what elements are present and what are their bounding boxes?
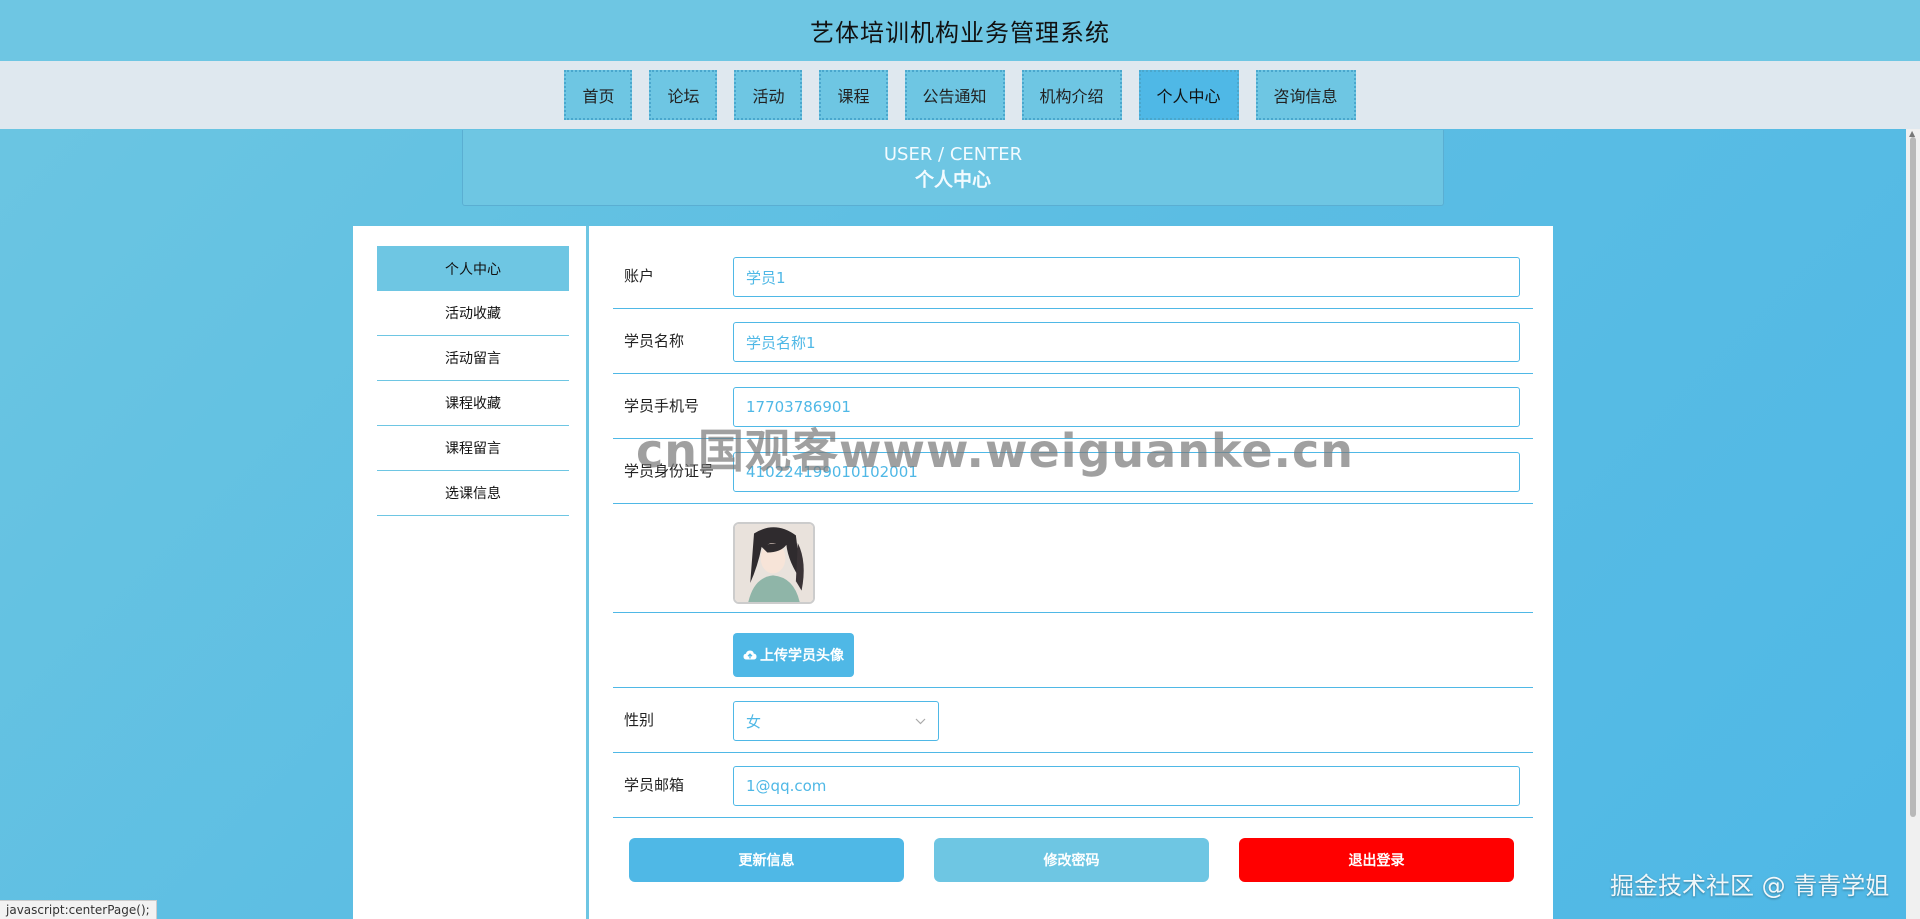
upload-avatar-label: 上传学员头像: [760, 648, 844, 664]
corner-watermark: 掘金技术社区 @ 青青学姐: [1610, 872, 1890, 900]
banner-subtitle: USER / CENTER: [883, 143, 1023, 165]
action-buttons: 更新信息 修改密码 退出登录: [613, 818, 1533, 882]
gender-label: 性别: [624, 711, 655, 729]
banner-title: 个人中心: [914, 168, 991, 191]
idcard-label: 学员身份证号: [624, 462, 715, 480]
app-title: 艺体培训机构业务管理系统: [810, 19, 1110, 47]
name-label: 学员名称: [624, 332, 685, 350]
account-label: 账户: [624, 267, 655, 285]
idcard-input[interactable]: [733, 452, 1520, 492]
email-label: 学员邮箱: [624, 776, 685, 794]
nav-item-home[interactable]: 首页: [564, 70, 633, 120]
form-row-idcard: 学员身份证号: [613, 439, 1533, 504]
gender-select[interactable]: 女: [733, 701, 939, 741]
email-input[interactable]: [733, 766, 1520, 806]
browser-status-bar: javascript:centerPage();: [0, 900, 157, 919]
sidebar-item-course-comments[interactable]: 课程留言: [377, 426, 569, 471]
nav-list: 首页 论坛 活动 课程 公告通知 机构介绍 个人中心 咨询信息: [564, 70, 1356, 120]
form-row-account: 账户: [613, 244, 1533, 309]
form-row-name: 学员名称: [613, 309, 1533, 374]
page-scrollbar[interactable]: ▲: [1906, 129, 1920, 919]
form-row-gender: 性别 女: [613, 688, 1533, 753]
form-row-email: 学员邮箱: [613, 753, 1533, 818]
app-header: 艺体培训机构业务管理系统: [0, 0, 1920, 61]
nav-item-user-center[interactable]: 个人中心: [1138, 70, 1239, 120]
gender-selected-value: 女: [746, 712, 762, 731]
main-nav: 首页 论坛 活动 课程 公告通知 机构介绍 个人中心 咨询信息: [0, 61, 1920, 129]
account-input[interactable]: [733, 257, 1520, 297]
sidebar: 个人中心 活动收藏 活动留言 课程收藏 课程留言 选课信息: [353, 226, 589, 919]
sidebar-item-activity-favorites[interactable]: 活动收藏: [377, 291, 569, 336]
nav-item-activity[interactable]: 活动: [734, 70, 803, 120]
form-row-phone: 学员手机号: [613, 374, 1533, 439]
update-info-button[interactable]: 更新信息: [629, 838, 904, 882]
name-input[interactable]: [733, 322, 1520, 362]
nav-item-course[interactable]: 课程: [819, 70, 888, 120]
change-password-button[interactable]: 修改密码: [934, 838, 1209, 882]
nav-item-about[interactable]: 机构介绍: [1021, 70, 1122, 120]
user-center-panel: 个人中心 活动收藏 活动留言 课程收藏 课程留言 选课信息 账户 学员名称 学员…: [353, 226, 1553, 919]
sidebar-item-course-selection[interactable]: 选课信息: [377, 471, 569, 516]
logout-button[interactable]: 退出登录: [1239, 838, 1514, 882]
phone-input[interactable]: [733, 387, 1520, 427]
form-row-upload: 上传学员头像: [613, 613, 1533, 688]
upload-avatar-button[interactable]: 上传学员头像: [733, 633, 854, 677]
nav-item-consult[interactable]: 咨询信息: [1255, 70, 1356, 120]
phone-label: 学员手机号: [624, 397, 700, 415]
form-row-avatar: [613, 504, 1533, 613]
nav-item-forum[interactable]: 论坛: [649, 70, 718, 120]
page-banner: USER / CENTER 个人中心: [462, 130, 1444, 206]
cloud-upload-icon: [743, 650, 757, 660]
profile-form: 账户 学员名称 学员手机号 学员身份证号: [613, 244, 1533, 882]
sidebar-item-activity-comments[interactable]: 活动留言: [377, 336, 569, 381]
chevron-down-icon: [915, 718, 926, 724]
avatar: [733, 522, 815, 604]
nav-item-notice[interactable]: 公告通知: [904, 70, 1005, 120]
scroll-thumb[interactable]: [1910, 137, 1916, 817]
sidebar-item-user-center[interactable]: 个人中心: [377, 246, 569, 291]
sidebar-item-course-favorites[interactable]: 课程收藏: [377, 381, 569, 426]
